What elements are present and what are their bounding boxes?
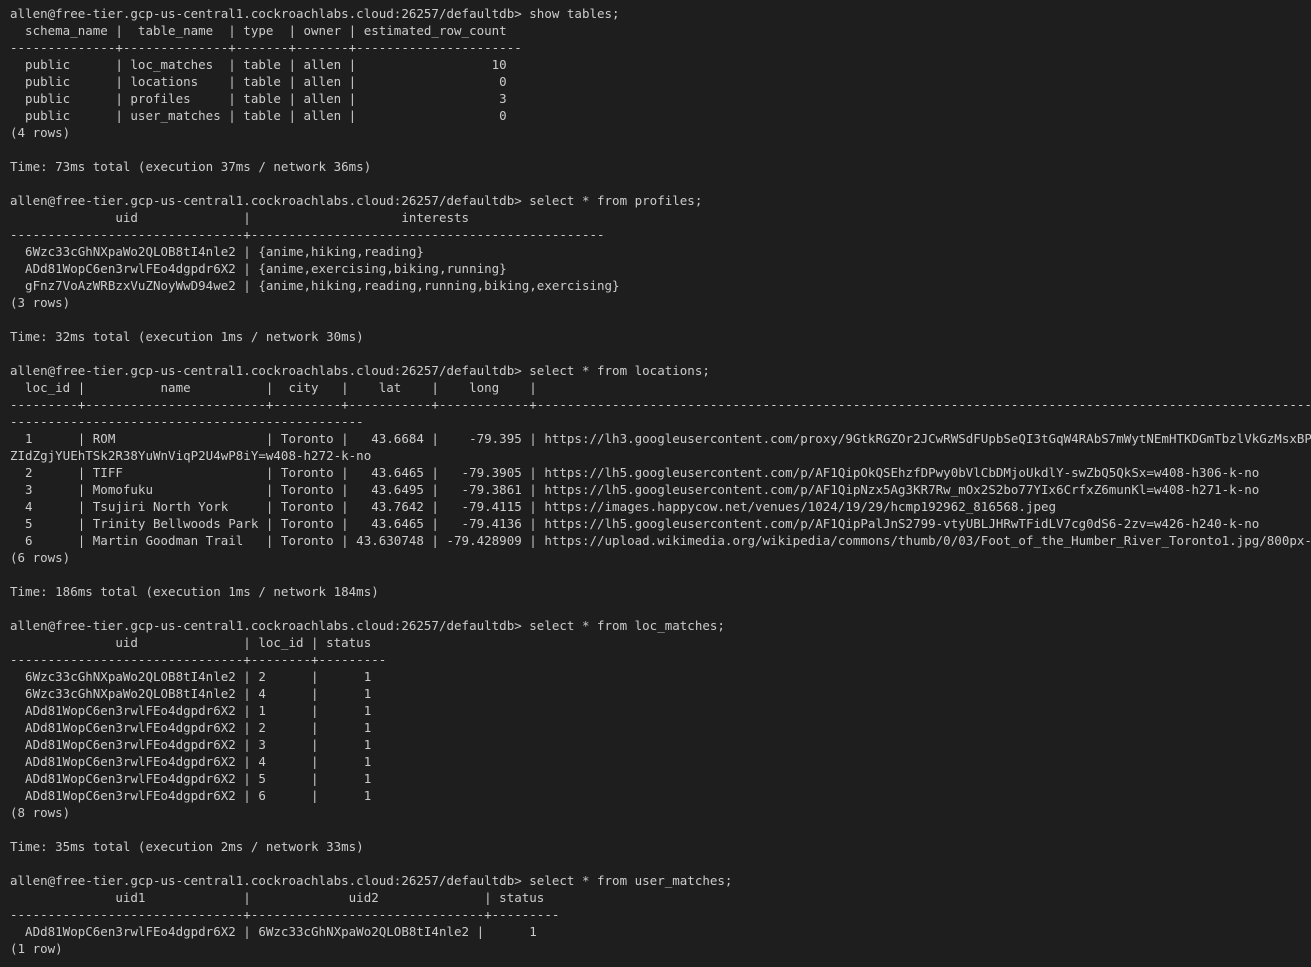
terminal-line: 6Wzc33cGhNXpaWo2QLOB8tI4nle2 | 2 | 1 [10,669,372,684]
terminal-line: 6Wzc33cGhNXpaWo2QLOB8tI4nle2 | 4 | 1 [10,686,372,701]
terminal-line: allen@free-tier.gcp-us-central1.cockroac… [10,873,733,888]
terminal-line: 4 | Tsujiri North York | Toronto | 43.76… [10,499,1057,514]
terminal-line: (1 row) [10,941,63,956]
terminal-line: allen@free-tier.gcp-us-central1.cockroac… [10,363,710,378]
terminal-line: ---------+------------------------+-----… [10,397,1311,412]
terminal-line: ADd81WopC6en3rwlFEo4dgpdr6X2 | 6Wzc33cGh… [10,924,537,939]
terminal-line: loc_id | name | city | lat | long | imag… [25,380,537,395]
terminal-output[interactable]: allen@free-tier.gcp-us-central1.cockroac… [10,5,1311,957]
terminal-line: ----------------------------------------… [10,414,364,429]
terminal-line: -------------------------------+--------… [10,652,387,667]
terminal-line: uid | loc_id | status [10,635,372,650]
terminal-line: 6 | Martin Goodman Trail | Toronto | 43.… [10,533,1311,548]
terminal-line: ADd81WopC6en3rwlFEo4dgpdr6X2 | 4 | 1 [10,754,372,769]
terminal-line: Time: 73ms total (execution 37ms / netwo… [10,159,372,174]
terminal-line: public | loc_matches | table | allen | 1… [10,57,507,72]
terminal-line: -------------------------------+--------… [10,227,605,242]
terminal-line: ADd81WopC6en3rwlFEo4dgpdr6X2 | {anime,ex… [10,261,507,276]
terminal-line: ADd81WopC6en3rwlFEo4dgpdr6X2 | 3 | 1 [10,737,372,752]
terminal-line: ADd81WopC6en3rwlFEo4dgpdr6X2 | 1 | 1 [10,703,372,718]
terminal-line: -------------------------------+--------… [10,907,560,922]
terminal-line: schema_name | table_name | type | owner … [10,23,507,38]
terminal-line: (3 rows) [10,295,71,310]
terminal-line: Time: 32ms total (execution 1ms / networ… [10,329,364,344]
terminal-line: public | user_matches | table | allen | … [10,108,507,123]
terminal-line: 3 | Momofuku | Toronto | 43.6495 | -79.3… [10,482,1260,497]
terminal-line: 2 | TIFF | Toronto | 43.6465 | -79.3905 … [10,465,1260,480]
terminal-line: --------------+--------------+-------+--… [10,40,522,55]
terminal-line: (6 rows) [10,550,71,565]
terminal-line: ZIdZgjYUEhTSk2R38YuWnViqP2U4wP8iY=w408-h… [10,448,372,463]
terminal-line: public | profiles | table | allen | 3 [10,91,507,106]
terminal-line: ADd81WopC6en3rwlFEo4dgpdr6X2 | 2 | 1 [10,720,372,735]
terminal-line: ADd81WopC6en3rwlFEo4dgpdr6X2 | 5 | 1 [10,771,372,786]
terminal-line: uid | interests [10,210,470,225]
terminal-line: (8 rows) [10,805,71,820]
terminal-line: gFnz7VoAzWRBzxVuZNoyWwD94we2 | {anime,hi… [10,278,620,293]
terminal-line: allen@free-tier.gcp-us-central1.cockroac… [10,618,725,633]
terminal-line: Time: 35ms total (execution 2ms / networ… [10,839,364,854]
terminal-line: public | locations | table | allen | 0 [10,74,507,89]
terminal-line: 5 | Trinity Bellwoods Park | Toronto | 4… [10,516,1260,531]
terminal-line: 6Wzc33cGhNXpaWo2QLOB8tI4nle2 | {anime,hi… [10,244,424,259]
terminal-line: allen@free-tier.gcp-us-central1.cockroac… [10,6,620,21]
terminal-line: 1 | ROM | Toronto | 43.6684 | -79.395 | … [10,431,1311,446]
terminal-line: allen@free-tier.gcp-us-central1.cockroac… [10,193,703,208]
terminal-line: uid1 | uid2 | status [10,890,545,905]
terminal-line: Time: 186ms total (execution 1ms / netwo… [10,584,379,599]
terminal-line: (4 rows) [10,125,71,140]
terminal-line: ADd81WopC6en3rwlFEo4dgpdr6X2 | 6 | 1 [10,788,372,803]
